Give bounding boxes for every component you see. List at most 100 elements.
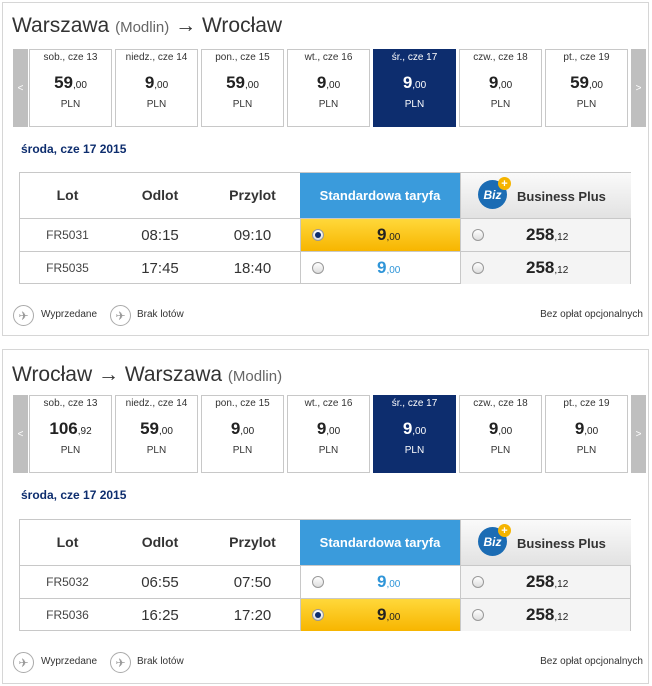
business-fare-price: 258,12 xyxy=(526,225,569,244)
day-price: 9,00 xyxy=(402,419,427,438)
day-currency: PLN xyxy=(404,99,425,110)
flight-number: FR5036 xyxy=(46,608,89,622)
no-fees-label: Bez opłat opcjonalnych xyxy=(540,656,643,667)
prev-week-button[interactable]: < xyxy=(13,49,28,127)
table-row: FR5031 08:15 09:10 9,00 258,12 xyxy=(20,218,630,251)
selected-date: środa, cze 17 2015 xyxy=(21,142,127,156)
flights-table: Lot Odlot Przylot Standardowa taryfa Biz… xyxy=(19,172,631,284)
standard-fare-option[interactable]: 9,00 xyxy=(300,566,460,598)
date-strip: < sob., cze 13 106,92 PLN niedz., cze 14 59… xyxy=(13,395,646,473)
standard-fare-price: 9,00 xyxy=(377,258,401,277)
business-fare-radio[interactable] xyxy=(472,576,484,588)
business-fare-radio[interactable] xyxy=(472,229,484,241)
standard-fare-option[interactable]: 9,00 xyxy=(300,252,460,284)
standard-fare-option[interactable]: 9,00 xyxy=(300,219,460,251)
departure-time: 08:15 xyxy=(141,226,179,244)
day-price: 59,00 xyxy=(570,73,603,92)
day-tab[interactable]: niedz., cze 14 9,00 PLN xyxy=(115,49,198,127)
flight-number: FR5032 xyxy=(46,575,89,589)
no-fees-label: Bez opłat opcjonalnych xyxy=(540,309,643,320)
table-row: FR5036 16:25 17:20 9,00 258,12 xyxy=(20,598,630,631)
outbound-panel: Warszawa (Modlin) → Wrocław < sob., cze … xyxy=(2,2,649,336)
day-tab[interactable]: sob., cze 13 106,92 PLN xyxy=(29,395,112,473)
table-row: FR5035 17:45 18:40 9,00 258,12 xyxy=(20,251,630,284)
day-label: pt., cze 19 xyxy=(563,52,610,63)
route-title: Wrocław → Warszawa (Modlin) xyxy=(12,363,282,387)
business-fare-radio[interactable] xyxy=(472,262,484,274)
day-price: 9,00 xyxy=(488,419,513,438)
day-tab[interactable]: niedz., cze 14 59,00 PLN xyxy=(115,395,198,473)
header-flight: Lot xyxy=(56,187,79,203)
day-currency: PLN xyxy=(404,445,425,456)
day-label: pt., cze 19 xyxy=(563,398,610,409)
day-label: niedz., cze 14 xyxy=(125,52,188,63)
arrival-time: 17:20 xyxy=(233,606,272,624)
business-fare-option[interactable]: 258,12 xyxy=(460,252,630,284)
day-tab[interactable]: pon., cze 15 9,00 PLN xyxy=(201,395,284,473)
day-tab-selected[interactable]: śr., cze 17 9,00 PLN xyxy=(373,49,456,127)
day-price: 106,92 xyxy=(49,419,92,438)
standard-fare-radio[interactable] xyxy=(312,609,324,621)
day-tab[interactable]: pon., cze 15 59,00 PLN xyxy=(201,49,284,127)
day-tab[interactable]: sob., cze 13 59,00 PLN xyxy=(29,49,112,127)
header-business-plus: Biz + Business Plus xyxy=(460,173,631,218)
origin-city: Wrocław xyxy=(12,363,93,386)
day-price: 59,00 xyxy=(140,419,173,438)
day-tab[interactable]: czw., cze 18 9,00 PLN xyxy=(459,49,542,127)
destination-airport: (Modlin) xyxy=(227,368,283,385)
day-label: czw., cze 18 xyxy=(473,398,528,409)
day-price: 9,00 xyxy=(230,419,255,438)
destination-city: Wrocław xyxy=(201,14,283,37)
no-flights-label: Brak lotów xyxy=(137,309,184,320)
return-panel: Wrocław → Warszawa (Modlin) < sob., cze … xyxy=(2,349,649,684)
day-currency: PLN xyxy=(576,445,597,456)
day-tab[interactable]: pt., cze 19 59,00 PLN xyxy=(545,49,628,127)
business-fare-option[interactable]: 258,12 xyxy=(460,599,630,631)
business-fare-radio[interactable] xyxy=(472,609,484,621)
flight-number: FR5031 xyxy=(46,228,89,242)
day-currency: PLN xyxy=(576,99,597,110)
business-plus-label: Business Plus xyxy=(517,536,606,551)
next-week-button[interactable]: > xyxy=(631,395,646,473)
business-fare-price: 258,12 xyxy=(526,258,569,277)
arrival-time: 18:40 xyxy=(233,259,272,277)
header-flight: Lot xyxy=(56,534,79,550)
no-flights-plane-icon: ✈ xyxy=(110,305,131,326)
day-label: czw., cze 18 xyxy=(473,52,528,63)
standard-fare-radio[interactable] xyxy=(312,576,324,588)
route-arrow-icon: → xyxy=(97,363,119,386)
header-business-plus: Biz + Business Plus xyxy=(460,520,631,565)
day-label: wt., cze 16 xyxy=(304,398,353,409)
day-label: śr., cze 17 xyxy=(391,52,438,63)
day-currency: PLN xyxy=(146,99,167,110)
day-currency: PLN xyxy=(60,99,81,110)
day-price: 59,00 xyxy=(226,73,259,92)
day-tab[interactable]: wt., cze 16 9,00 PLN xyxy=(287,49,370,127)
header-arrival: Przylot xyxy=(229,187,276,203)
day-price: 59,00 xyxy=(54,73,87,92)
route-arrow-icon: → xyxy=(175,14,197,37)
table-row: FR5032 06:55 07:50 9,00 258,12 xyxy=(20,565,630,598)
departure-time: 06:55 xyxy=(141,573,179,591)
business-fare-option[interactable]: 258,12 xyxy=(460,566,630,598)
day-tab[interactable]: wt., cze 16 9,00 PLN xyxy=(287,395,370,473)
day-tab[interactable]: pt., cze 19 9,00 PLN xyxy=(545,395,628,473)
standard-fare-radio[interactable] xyxy=(312,262,324,274)
departure-time: 16:25 xyxy=(141,606,179,624)
business-fare-option[interactable]: 258,12 xyxy=(460,219,630,251)
day-price: 9,00 xyxy=(316,73,341,92)
prev-week-button[interactable]: < xyxy=(13,395,28,473)
day-tab[interactable]: czw., cze 18 9,00 PLN xyxy=(459,395,542,473)
day-label: sob., cze 13 xyxy=(43,52,98,63)
standard-fare-radio[interactable] xyxy=(312,229,324,241)
day-price: 9,00 xyxy=(574,419,599,438)
legend: ✈ Wyprzedane ✈ Brak lotów Bez opłat opcj… xyxy=(13,305,643,327)
no-flights-label: Brak lotów xyxy=(137,656,184,667)
plus-badge-icon: + xyxy=(498,524,511,537)
day-label: wt., cze 16 xyxy=(304,52,353,63)
next-week-button[interactable]: > xyxy=(631,49,646,127)
standard-fare-option[interactable]: 9,00 xyxy=(300,599,460,631)
day-tab-selected[interactable]: śr., cze 17 9,00 PLN xyxy=(373,395,456,473)
day-currency: PLN xyxy=(60,445,81,456)
header-departure: Odlot xyxy=(141,187,179,203)
